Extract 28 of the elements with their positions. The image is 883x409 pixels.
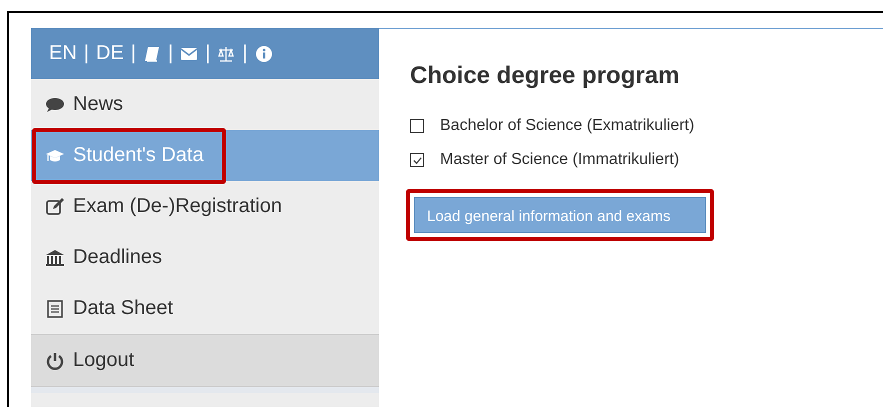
scales-icon[interactable]: [217, 44, 236, 62]
separator: |: [130, 42, 136, 65]
sidebar-label: Data Sheet: [73, 297, 174, 320]
checkbox-label: Master of Science (Immatrikuliert): [440, 151, 680, 169]
sidebar-label: Student's Data: [73, 144, 204, 167]
sidebar-item[interactable]: News: [31, 79, 379, 130]
separator: |: [205, 42, 210, 65]
sidebar-item[interactable]: Data Sheet: [31, 283, 379, 334]
sidebar-label: Exam (De-)Registration: [73, 195, 282, 218]
checkbox[interactable]: [410, 153, 424, 167]
sidebar-label: Logout: [73, 349, 134, 372]
sidebar-label: Deadlines: [73, 246, 162, 269]
power-icon: [45, 350, 65, 370]
separator: |: [168, 42, 174, 65]
separator: |: [242, 42, 248, 65]
edit-icon: [45, 196, 65, 216]
page-title: Choice degree program: [410, 62, 680, 90]
sidebar-item[interactable]: Exam (De-)Registration: [31, 181, 379, 232]
bank-icon: [45, 248, 65, 268]
sheet-icon: [45, 298, 65, 318]
sidebar-item[interactable]: Deadlines: [31, 232, 379, 283]
book-icon[interactable]: [143, 44, 161, 62]
separator: |: [84, 42, 89, 65]
info-icon[interactable]: [254, 44, 273, 62]
sidebar-item[interactable]: Logout: [31, 334, 379, 387]
checkbox[interactable]: [410, 119, 424, 133]
sidebar-label: News: [73, 93, 124, 116]
checkbox-label: Bachelor of Science (Exmatrikuliert): [440, 117, 694, 135]
